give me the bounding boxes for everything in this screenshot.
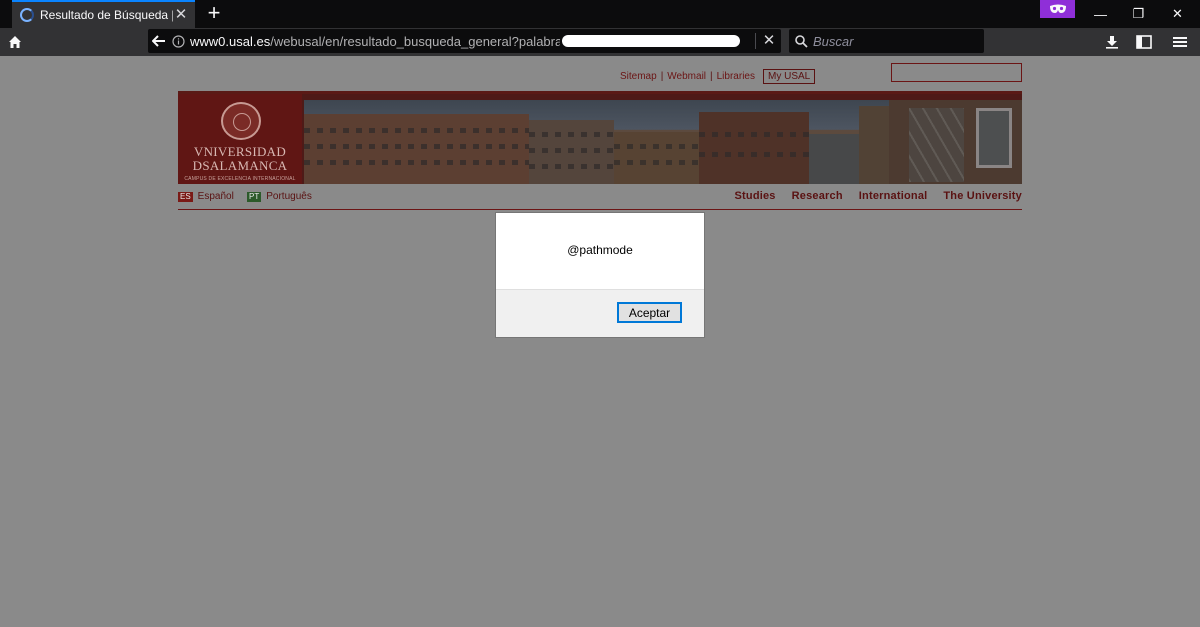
nav-studies[interactable]: Studies (735, 190, 776, 202)
back-arrow-icon[interactable] (148, 29, 170, 53)
building (614, 132, 699, 184)
window-row (304, 128, 529, 133)
nav-international[interactable]: International (859, 190, 928, 202)
webmail-link[interactable]: Webmail (667, 71, 706, 82)
dialog-message: @pathmode (567, 243, 633, 257)
language-label: Português (266, 191, 312, 202)
home-icon[interactable] (4, 32, 26, 52)
tab-strip: Resultado de Búsqueda | Uni ✕ + — ❐ ✕ (0, 0, 1200, 28)
building (699, 112, 809, 184)
navigation-toolbar: www0.usal.es/webusal/en/resultado_busque… (0, 28, 1200, 56)
browser-tab[interactable]: Resultado de Búsqueda | Uni ✕ (12, 0, 195, 28)
portuguese-flag-icon: PT (247, 191, 262, 202)
redaction-mark (562, 35, 740, 47)
close-tab-icon[interactable]: ✕ (173, 7, 189, 23)
hexagon-wall (909, 108, 964, 182)
nav-research[interactable]: Research (792, 190, 843, 202)
building-window (976, 108, 1012, 168)
main-navigation: Studies Research International The Unive… (735, 190, 1023, 202)
nav-divider (178, 209, 1022, 210)
spanish-flag-icon: ES (178, 191, 193, 202)
search-field[interactable]: Buscar (789, 29, 984, 53)
address-bar[interactable]: www0.usal.es/webusal/en/resultado_busque… (148, 29, 781, 53)
private-browsing-icon (1040, 0, 1075, 18)
university-seal-icon (221, 102, 261, 140)
university-logo[interactable]: VNIVERSIDAD DSALAMANCA CAMPUS DE EXCELEN… (178, 94, 302, 184)
building (529, 120, 614, 184)
alert-dialog: @pathmode Aceptar (495, 212, 705, 338)
url-divider (755, 33, 756, 49)
campus-photo (304, 100, 1022, 184)
url-path: /webusal/en/resultado_busqueda_general?p… (270, 33, 560, 49)
sitemap-link[interactable]: Sitemap (620, 71, 657, 82)
new-tab-button[interactable]: + (204, 2, 224, 24)
window-row (529, 164, 614, 169)
my-usal-button[interactable]: My USAL (762, 68, 816, 84)
tab-title: Resultado de Búsqueda | Uni (40, 8, 173, 22)
language-label: Español (197, 191, 234, 202)
window-row (614, 144, 699, 149)
window-row (304, 160, 529, 165)
logo-text-line2: DSALAMANCA (192, 158, 288, 173)
search-icon (795, 34, 808, 48)
window-row (304, 144, 529, 149)
clear-url-icon[interactable]: ✕ (760, 29, 778, 53)
menu-icon[interactable] (1170, 33, 1190, 51)
window-row (614, 160, 699, 165)
building (809, 134, 859, 184)
window-row (699, 152, 809, 157)
url-text[interactable]: www0.usal.es/webusal/en/resultado_busque… (190, 34, 560, 49)
language-spanish[interactable]: ES Español (178, 191, 234, 202)
page-viewport: Sitemap | Webmail | Libraries My USAL VN… (0, 56, 1200, 627)
site-search-input[interactable] (891, 63, 1022, 82)
utility-links: Sitemap | Webmail | Libraries My USAL (620, 68, 816, 84)
logo-tagline: CAMPUS DE EXCELENCIA INTERNACIONAL (184, 176, 296, 182)
search-placeholder: Buscar (813, 33, 854, 49)
language-and-nav-row: ES Español PT Português Studies Research… (178, 190, 1023, 209)
link-separator: | (710, 70, 713, 82)
window-row (529, 148, 614, 153)
language-portuguese[interactable]: PT Português (247, 191, 312, 202)
libraries-link[interactable]: Libraries (717, 71, 755, 82)
site-info-icon[interactable] (170, 29, 186, 53)
dialog-footer: Aceptar (496, 289, 704, 337)
window-row (529, 132, 614, 137)
window-row (699, 132, 809, 137)
accept-button[interactable]: Aceptar (617, 302, 682, 323)
building (304, 114, 529, 184)
header-banner: VNIVERSIDAD DSALAMANCA CAMPUS DE EXCELEN… (178, 91, 1022, 184)
close-window-button[interactable]: ✕ (1155, 0, 1200, 28)
sidebar-icon[interactable] (1134, 33, 1154, 51)
url-host: www0.usal.es (190, 33, 271, 49)
loading-icon (20, 8, 34, 22)
building (859, 106, 889, 184)
link-separator: | (660, 70, 664, 82)
nav-the-university[interactable]: The University (943, 190, 1022, 202)
download-icon[interactable] (1102, 33, 1122, 51)
